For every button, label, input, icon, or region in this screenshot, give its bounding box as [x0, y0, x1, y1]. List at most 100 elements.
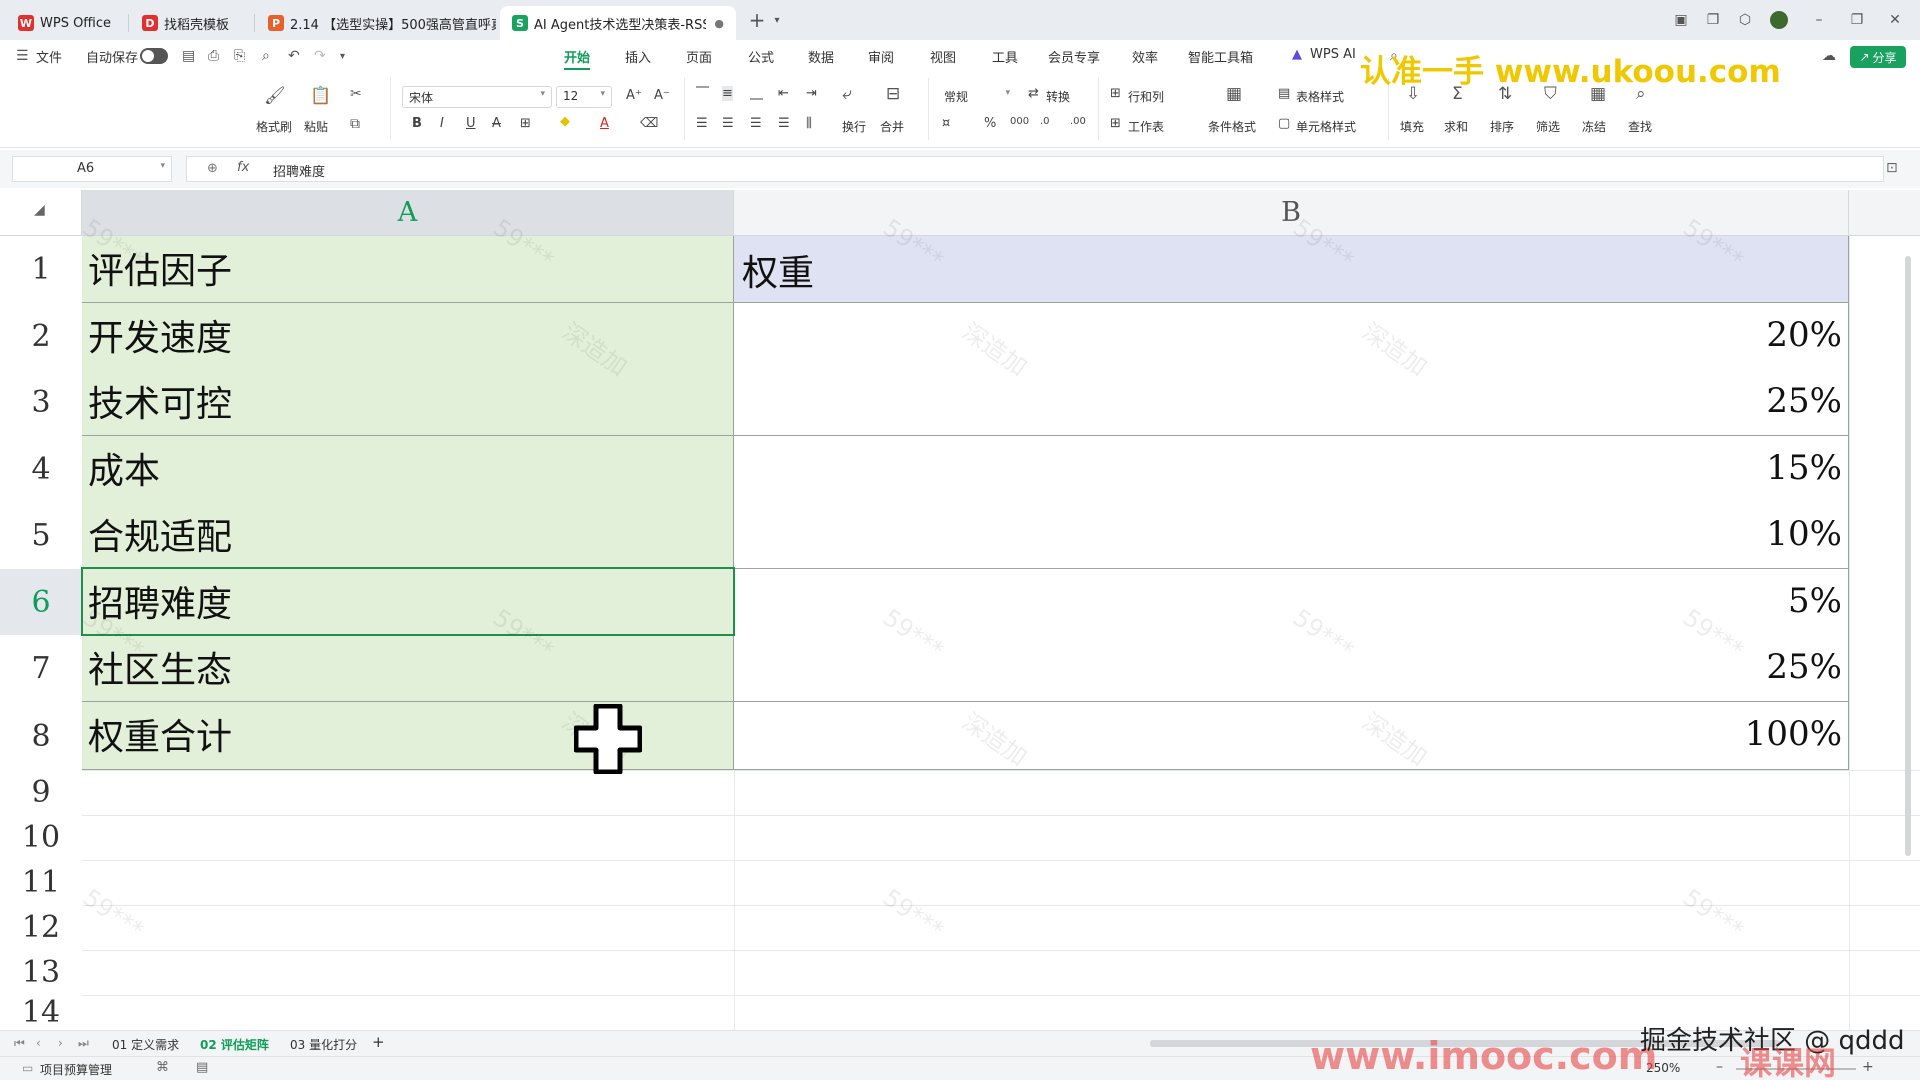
autosave-toggle[interactable]	[140, 48, 168, 64]
convert-icon[interactable]: ⇄	[1028, 86, 1039, 101]
row-header[interactable]: 7	[0, 635, 82, 702]
tab-wps-office[interactable]: W WPS Office	[6, 6, 124, 40]
menu-member[interactable]: 会员专享	[1048, 47, 1100, 66]
cell-b5[interactable]: 10%	[734, 502, 1849, 569]
cloud-icon[interactable]: ☁	[1822, 48, 1836, 64]
menu-home[interactable]: 开始	[564, 47, 590, 66]
table-style-icon[interactable]: ▤	[1278, 86, 1290, 101]
new-tab-icon[interactable]: +	[746, 8, 768, 32]
copy-icon[interactable]: ⧉	[350, 116, 360, 132]
worksheet-icon[interactable]: ⊞	[1110, 116, 1121, 131]
close-window-icon[interactable]: ✕	[1884, 9, 1906, 31]
menu-review[interactable]: 审阅	[868, 47, 894, 66]
macro-icon[interactable]: ⌘	[156, 1060, 169, 1075]
hamburger-menu-icon[interactable]: ☰	[16, 48, 29, 64]
conditional-format-button[interactable]: 条件格式	[1208, 118, 1256, 135]
merge-icon[interactable]: ⊟	[886, 84, 900, 104]
undo-icon[interactable]: ↶	[288, 48, 300, 64]
italic-icon[interactable]: I	[440, 116, 444, 131]
worksheet-button[interactable]: 工作表	[1128, 118, 1164, 135]
align-center-icon[interactable]: ☰	[722, 116, 734, 131]
menu-wps-ai[interactable]: WPS AI	[1310, 47, 1356, 62]
tab-close-icon[interactable]: ●	[714, 17, 724, 30]
align-middle-icon[interactable]: ≡	[722, 86, 733, 101]
cell-a3[interactable]: 技术可控	[82, 369, 734, 436]
paste-button[interactable]: 粘贴	[304, 118, 328, 135]
menu-formula[interactable]: 公式	[748, 47, 774, 66]
first-sheet-icon[interactable]: ⏮	[14, 1036, 25, 1051]
justify-icon[interactable]: ☰	[778, 116, 790, 131]
menu-insert[interactable]: 插入	[625, 47, 651, 66]
avatar[interactable]	[1768, 9, 1790, 31]
row-header[interactable]: 12	[0, 905, 82, 950]
quick-access-chevron-icon[interactable]: ▾	[340, 51, 345, 62]
zoom-out-icon[interactable]: –	[1716, 1059, 1723, 1075]
select-all-corner[interactable]: ◢	[0, 190, 82, 236]
format-painter-icon[interactable]: 🖌	[264, 86, 286, 106]
wrap-text-button[interactable]: 换行	[842, 118, 866, 135]
cell-a2[interactable]: 开发速度	[82, 303, 734, 370]
cut-icon[interactable]: ✂	[350, 86, 362, 102]
cube-icon[interactable]: ⬡	[1734, 9, 1756, 31]
next-sheet-icon[interactable]: ›	[58, 1036, 63, 1050]
filter-button[interactable]: 筛选	[1536, 118, 1560, 135]
decrease-font-icon[interactable]: A⁻	[654, 88, 670, 103]
row-header[interactable]: 10	[0, 815, 82, 860]
thousands-icon[interactable]: 000	[1010, 116, 1029, 127]
fill-color-icon[interactable]: ◆	[560, 114, 570, 129]
column-header-c[interactable]	[1849, 190, 1920, 236]
sort-button[interactable]: 排序	[1490, 118, 1514, 135]
save-icon[interactable]: ▤	[182, 48, 195, 64]
screenshot-icon[interactable]: ▣	[1670, 9, 1692, 31]
fill-button[interactable]: 填充	[1400, 118, 1424, 135]
row-header[interactable]: 5	[0, 502, 82, 569]
find-button[interactable]: 查找	[1628, 118, 1652, 135]
font-name-select[interactable]: 宋体 ▾	[402, 86, 552, 108]
sheet-tab-scoring[interactable]: 03 量化打分	[290, 1036, 357, 1053]
decimal-increase-icon[interactable]: .0	[1040, 116, 1050, 127]
align-bottom-icon[interactable]: ⎽	[750, 86, 763, 101]
tab-template[interactable]: D 找稻壳模板	[130, 6, 248, 40]
cell-a5[interactable]: 合规适配	[82, 502, 734, 569]
increase-font-icon[interactable]: A⁺	[626, 88, 642, 103]
menu-view[interactable]: 视图	[930, 47, 956, 66]
convert-button[interactable]: 转换	[1046, 88, 1070, 105]
conditional-format-icon[interactable]: ▦	[1226, 84, 1242, 104]
sum-button[interactable]: 求和	[1444, 118, 1468, 135]
last-sheet-icon[interactable]: ⏭	[78, 1036, 89, 1051]
row-header[interactable]: 9	[0, 770, 82, 815]
menu-page[interactable]: 页面	[686, 47, 712, 66]
cell-a4[interactable]: 成本	[82, 436, 734, 503]
row-header[interactable]: 1	[0, 236, 82, 303]
cell-b7[interactable]: 25%	[734, 635, 1849, 702]
menu-data[interactable]: 数据	[808, 47, 834, 66]
currency-icon[interactable]: ¤	[942, 116, 950, 131]
formula-input[interactable]: ⊕ fx 招聘难度	[186, 156, 1884, 182]
align-right-icon[interactable]: ☰	[750, 116, 762, 131]
status-project-label[interactable]: 项目预算管理	[40, 1061, 112, 1078]
font-color-icon[interactable]: A	[600, 116, 609, 131]
number-format-select[interactable]: 常规 ▾	[938, 86, 1016, 108]
cell-b4[interactable]: 15%	[734, 436, 1849, 503]
strikethrough-icon[interactable]: A	[492, 116, 501, 131]
expand-formula-icon[interactable]: ⊡	[1886, 160, 1898, 176]
window-layout-icon[interactable]: ❐	[1702, 9, 1724, 31]
wrap-text-icon[interactable]: ⤶	[842, 84, 852, 104]
indent-increase-icon[interactable]: ⇥	[806, 86, 817, 101]
fx-icon[interactable]: fx	[237, 160, 249, 175]
cell-b2[interactable]: 20%	[734, 303, 1849, 370]
row-header[interactable]: 14	[0, 995, 82, 1030]
restore-icon[interactable]: ❐	[1846, 9, 1868, 31]
layout-icon[interactable]: ▤	[196, 1060, 208, 1075]
indent-decrease-icon[interactable]: ⇤	[778, 86, 789, 101]
decimal-decrease-icon[interactable]: .00	[1070, 116, 1086, 127]
merge-button[interactable]: 合并	[880, 118, 904, 135]
row-header[interactable]: 8	[0, 702, 82, 770]
cell-b3[interactable]: 25%	[734, 369, 1849, 436]
table-style-button[interactable]: 表格样式	[1296, 88, 1344, 105]
tab-spreadsheet-active[interactable]: S AI Agent技术选型决策表-RSS ●	[500, 6, 736, 40]
eraser-icon[interactable]: ⌫	[640, 116, 658, 131]
row-col-icon[interactable]: ⊞	[1110, 86, 1121, 101]
align-left-icon[interactable]: ☰	[696, 116, 708, 131]
cell-a1[interactable]: 评估因子	[82, 236, 734, 303]
